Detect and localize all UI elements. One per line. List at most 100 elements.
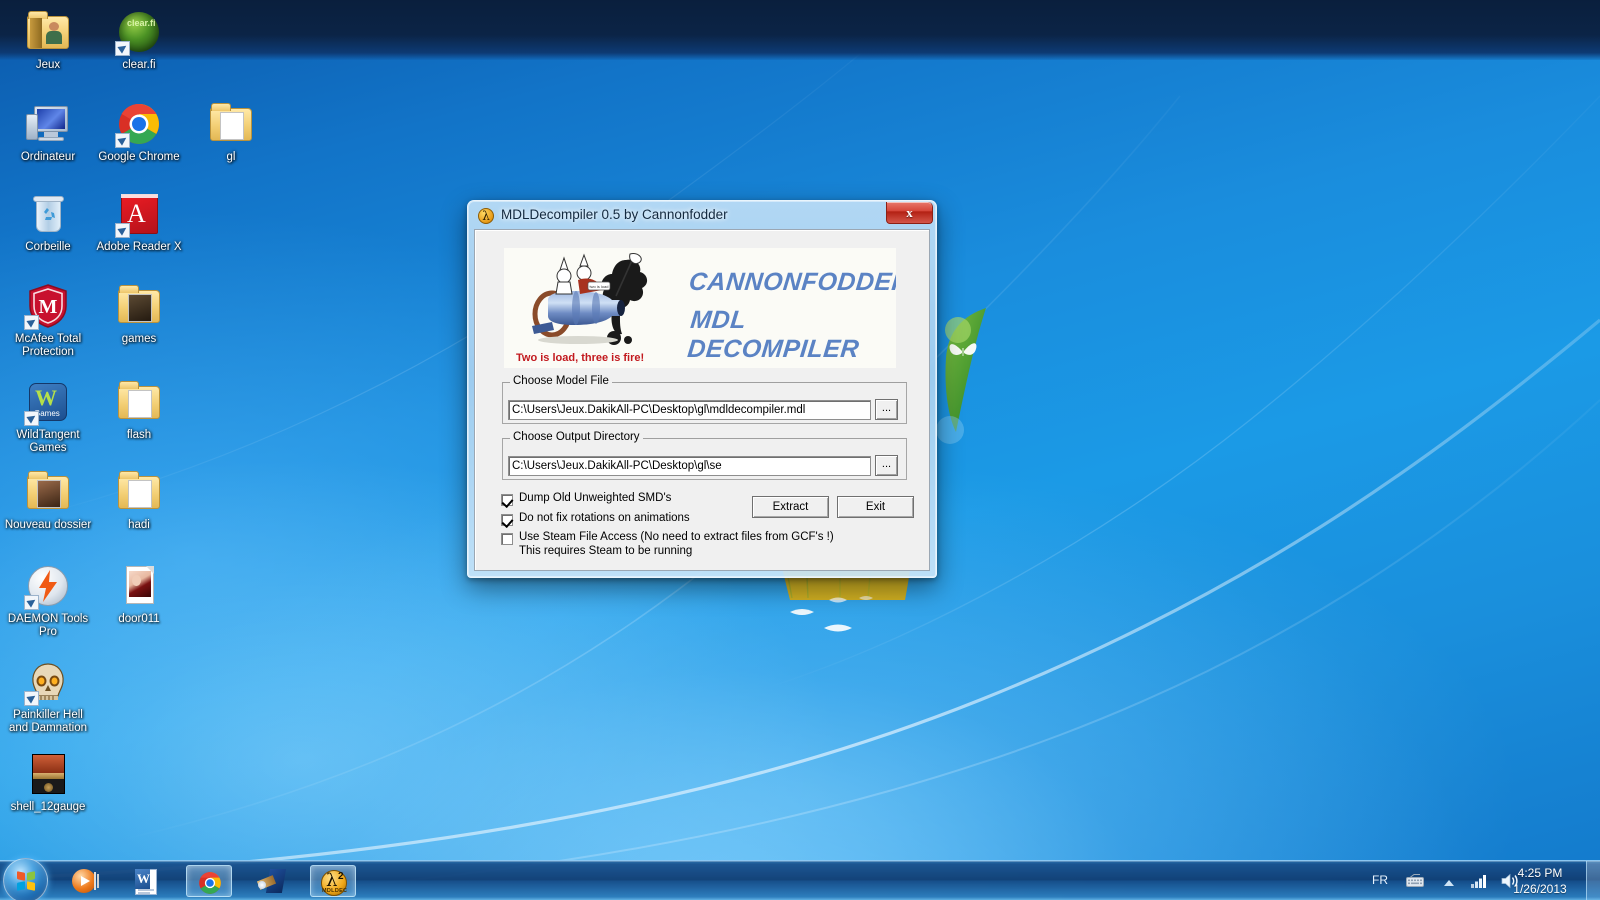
desktop-icon-label: games bbox=[121, 333, 157, 345]
taskbar-item-paint[interactable] bbox=[248, 865, 294, 897]
desktop-icon-flash[interactable]: flash bbox=[93, 378, 185, 442]
output-directory-legend: Choose Output Directory bbox=[510, 431, 643, 443]
desktop-icon-label: Nouveau dossier bbox=[4, 519, 92, 531]
folder-icon bbox=[115, 378, 163, 426]
desktop[interactable]: mdl decompiler working files the stalkin… bbox=[0, 0, 1600, 900]
desktop-icon-label: Adobe Reader X bbox=[96, 241, 182, 253]
window-titlebar[interactable]: λ MDLDecompiler 0.5 by Cannonfodder x bbox=[469, 202, 935, 230]
word-icon: W bbox=[134, 869, 160, 895]
show-desktop-button[interactable] bbox=[1586, 861, 1600, 900]
image-file-icon bbox=[115, 562, 163, 610]
tray-language-indicator[interactable]: FR bbox=[1372, 873, 1388, 887]
paint-icon bbox=[256, 869, 287, 895]
desktop-icon-label: Painkiller Hell and Damnation bbox=[9, 709, 87, 734]
desktop-icon-label: hadi bbox=[128, 519, 150, 531]
daemon-tools-icon bbox=[24, 562, 72, 610]
exit-button[interactable]: Exit bbox=[837, 496, 914, 518]
taskbar-item-microsoft-word[interactable]: W bbox=[124, 865, 170, 897]
computer-icon bbox=[24, 100, 72, 148]
desktop-icon-daemon-tools[interactable]: DAEMON Tools Pro bbox=[2, 562, 94, 638]
half-life-lambda-icon: λ 2 MDLDEC bbox=[321, 870, 348, 896]
desktop-icon-jeux[interactable]: Jeux bbox=[2, 8, 94, 72]
desktop-icon-ordinateur[interactable]: Ordinateur bbox=[2, 100, 94, 164]
taskbar-item-windows-media-player[interactable] bbox=[62, 865, 108, 897]
desktop-icon-label: Ordinateur bbox=[20, 151, 76, 163]
extract-button[interactable]: Extract bbox=[752, 496, 829, 518]
mcafee-shield-icon: M bbox=[24, 282, 72, 330]
folder-user-icon bbox=[24, 8, 72, 56]
recycle-bin-icon bbox=[24, 190, 72, 238]
desktop-icon-wildtangent[interactable]: W Games WildTangent Games bbox=[2, 378, 94, 454]
window-client-area: two is load CANNONFODDER'S MDL DECOMPILE… bbox=[474, 229, 930, 571]
window-title: MDLDecompiler 0.5 by Cannonfodder bbox=[501, 207, 728, 222]
desktop-icon-hadi[interactable]: hadi bbox=[93, 468, 185, 532]
folder-icon bbox=[24, 468, 72, 516]
desktop-icon-shell-12gauge[interactable]: shell_12gauge bbox=[2, 750, 94, 814]
desktop-banner-strip bbox=[0, 0, 1600, 60]
desktop-icon-painkiller[interactable]: Painkiller Hell and Damnation bbox=[2, 658, 94, 734]
clock-time: 4:25 PM bbox=[1517, 866, 1563, 880]
network-icon[interactable] bbox=[1471, 874, 1488, 891]
media-player-icon bbox=[72, 869, 99, 895]
desktop-icon-label: door011 bbox=[118, 613, 160, 625]
logo-line-2: MDL DECOMPILER bbox=[686, 306, 861, 363]
clock-date: 1/26/2013 bbox=[1513, 882, 1567, 896]
output-directory-input[interactable]: C:\Users\Jeux.DakikAll-PC\Desktop\gl\se bbox=[508, 456, 871, 476]
checkbox-label: Use Steam File Access (No need to extrac… bbox=[519, 531, 834, 543]
checkbox-box[interactable] bbox=[501, 494, 513, 506]
clock[interactable]: 4:25 PM 1/26/2013 bbox=[1502, 865, 1578, 897]
taskbar[interactable]: W λ 2 MDLDEC FR 4:25 PM 1/26/2013 bbox=[0, 858, 1600, 900]
desktop-icon-label: Corbeille bbox=[25, 241, 71, 253]
desktop-icon-label: clear.fi bbox=[122, 59, 156, 71]
desktop-icon-label: Jeux bbox=[35, 59, 61, 71]
output-directory-browse-button[interactable]: ... bbox=[875, 455, 898, 476]
checkbox-label: Dump Old Unweighted SMD's bbox=[519, 492, 672, 504]
model-file-input[interactable]: C:\Users\Jeux.DakikAll-PC\Desktop\gl\mdl… bbox=[508, 400, 871, 420]
desktop-icon-mcafee[interactable]: M McAfee Total Protection bbox=[2, 282, 94, 358]
desktop-icon-games[interactable]: games bbox=[93, 282, 185, 346]
checkbox-box[interactable] bbox=[501, 533, 513, 545]
desktop-icon-corbeille[interactable]: Corbeille bbox=[2, 190, 94, 254]
desktop-icon-label: McAfee Total Protection bbox=[14, 333, 82, 358]
chrome-icon bbox=[115, 100, 163, 148]
folder-icon bbox=[115, 468, 163, 516]
taskbar-item-google-chrome[interactable] bbox=[186, 865, 232, 897]
chrome-icon bbox=[197, 870, 223, 896]
clearfi-icon: clear.fi bbox=[115, 8, 163, 56]
desktop-icon-google-chrome[interactable]: Google Chrome bbox=[93, 100, 185, 164]
half-life-lambda-icon: λ bbox=[478, 208, 494, 224]
model-file-browse-button[interactable]: ... bbox=[875, 399, 898, 420]
skull-icon bbox=[24, 658, 72, 706]
steam-running-note: This requires Steam to be running bbox=[519, 545, 693, 557]
shotgun-shell-icon bbox=[24, 750, 72, 798]
mdldecompiler-window[interactable]: λ MDLDecompiler 0.5 by Cannonfodder x tw… bbox=[467, 200, 937, 578]
folder-icon bbox=[207, 100, 255, 148]
svg-text:M: M bbox=[39, 296, 58, 318]
model-file-legend: Choose Model File bbox=[510, 375, 612, 387]
desktop-icon-label: WildTangent Games bbox=[16, 429, 80, 454]
desktop-icon-label: flash bbox=[126, 429, 152, 441]
desktop-icon-nouveau-dossier[interactable]: Nouveau dossier bbox=[2, 468, 94, 532]
logo-tagline: Two is load, three is fire! bbox=[516, 352, 645, 364]
wildtangent-icon: W Games bbox=[24, 378, 72, 426]
keyboard-icon[interactable] bbox=[1406, 874, 1424, 890]
svg-text:two is load: two is load bbox=[590, 284, 609, 289]
desktop-icon-clearfi[interactable]: clear.fi clear.fi bbox=[93, 8, 185, 72]
desktop-icon-label: gl bbox=[226, 151, 236, 163]
checkbox-box[interactable] bbox=[501, 514, 513, 526]
show-hidden-icons-arrow[interactable] bbox=[1444, 876, 1454, 890]
desktop-icon-gl[interactable]: gl bbox=[185, 100, 277, 164]
taskbar-item-mdldecompiler[interactable]: λ 2 MDLDEC bbox=[310, 865, 356, 897]
desktop-icon-label: shell_12gauge bbox=[10, 801, 86, 813]
desktop-icon-door011[interactable]: door011 bbox=[93, 562, 185, 626]
desktop-icon-adobe-reader[interactable]: A Adobe Reader X bbox=[93, 190, 185, 254]
close-button[interactable]: x bbox=[886, 202, 933, 224]
app-logo-panel: two is load CANNONFODDER'S MDL DECOMPILE… bbox=[504, 248, 896, 368]
adobe-reader-icon: A bbox=[115, 190, 163, 238]
logo-line-1: CANNONFODDER'S bbox=[687, 268, 896, 296]
start-button[interactable] bbox=[3, 858, 48, 900]
checkbox-label: Do not fix rotations on animations bbox=[519, 512, 690, 524]
desktop-icon-label: Google Chrome bbox=[98, 151, 180, 163]
cannon-cartoon-image: two is load bbox=[532, 253, 648, 345]
folder-icon bbox=[115, 282, 163, 330]
